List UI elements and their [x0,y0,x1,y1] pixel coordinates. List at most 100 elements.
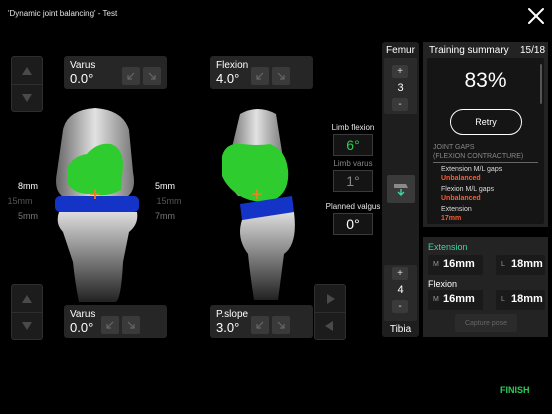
rotate-down-button[interactable] [12,84,42,111]
retry-button[interactable]: Retry [450,109,522,135]
capture-pose-button[interactable]: Capture pose [455,314,517,332]
diagonal-arrow-icon [256,72,264,80]
extension-title: Extension [428,242,468,252]
limb-varus-label: Limb varus [333,159,373,168]
femur-varus-decrease-button[interactable] [122,67,140,85]
extension-lateral-value: 18mm [511,258,543,270]
tibia-slope-label: P.slope [216,309,249,320]
right-gap-bottom: 7mm [155,211,175,221]
gap-values-panel: Extension M 16mm L 18mm Flexion M 16mm L… [423,237,548,337]
flexion-medial-value: 16mm [443,293,475,305]
limb-flexion-value: 6° [333,134,373,156]
training-score-percent: 83% [464,69,507,92]
flexion-contracture-header: (FLEXION CONTRACTURE) [433,153,524,160]
section-divider [433,162,538,163]
close-button[interactable] [526,6,546,26]
diagonal-arrow-icon [277,72,285,80]
shift-right-button[interactable] [315,285,345,312]
medial-key: M [433,261,439,268]
training-summary-title: Training summary [429,45,509,56]
tibia-size-value: 4 [397,284,404,296]
tibia-slope-increase-button[interactable] [272,316,290,334]
left-view-bottom-arrowpad [11,284,43,340]
diagonal-arrow-icon [148,72,156,80]
tibia-slope-control: P.slope 3.0° [210,305,313,338]
extension-medial-gap: M 16mm [428,255,483,275]
lateral-key: L [501,261,505,268]
femur-label: Femur [386,45,415,56]
right-gap-middle: 15mm [156,196,182,206]
arrow-right-icon [327,293,335,304]
tibia-varus-label: Varus [70,309,96,320]
femur-varus-increase-button[interactable] [143,67,161,85]
tibia-rotate-up-button[interactable] [12,285,42,312]
extension-gap-label: Extension [441,206,472,213]
limb-flexion-label: Limb flexion [331,123,375,132]
left-gap-bottom: 5mm [18,211,38,221]
limb-varus-value: 1° [333,170,373,192]
diagonal-arrow-icon [127,321,135,329]
femur-size-value: 3 [397,82,404,94]
tibia-slope-decrease-button[interactable] [251,316,269,334]
training-progress-counter: 15/18 [520,45,546,56]
diagonal-arrow-icon [256,321,264,329]
right-gap-top: 5mm [155,181,175,191]
extension-ml-gaps-status: Unbalanced [441,175,481,182]
flexion-ml-gaps-status: Unbalanced [441,195,481,202]
femur-flexion-label: Flexion [216,60,249,71]
left-view-top-arrowpad [11,56,43,112]
tibia-varus-value: 0.0° [70,320,94,335]
knee-side-view [222,109,295,300]
left-gap-middle: 15mm [7,196,33,206]
joint-gaps-header: JOINT GAPS [433,144,475,151]
shift-left-button[interactable] [315,312,345,339]
tibia-label: Tibia [389,324,412,335]
training-summary-content: 83% Retry JOINT GAPS (FLEXION CONTRACTUR… [427,58,544,224]
tibia-size-decrease-button[interactable]: - [392,300,408,313]
flexion-ml-gaps-label: Flexion M/L gaps [441,186,495,193]
flexion-title: Flexion [428,279,458,289]
extension-gap-status: 17mm [441,215,462,222]
planned-valgus-value: 0° [333,213,373,235]
implant-view-toggle[interactable] [387,175,415,203]
side-view-arrowpad [314,284,346,340]
flexion-medial-gap: M 16mm [428,290,483,310]
femur-size-stepper: + 3 - [384,58,417,114]
tibia-size-increase-button[interactable]: + [392,267,408,280]
femur-flexion-control: Flexion 4.0° [210,56,313,89]
left-gap-top: 8mm [18,181,38,191]
extension-medial-value: 16mm [443,258,475,270]
femur-flexion-value: 4.0° [216,71,240,86]
tibia-rotate-down-button[interactable] [12,312,42,339]
femur-size-decrease-button[interactable]: - [392,98,408,111]
femur-flexion-increase-button[interactable] [272,67,290,85]
planned-valgus-label: Planned valgus [325,202,381,211]
lateral-key: L [501,296,505,303]
extension-ml-gaps-label: Extension M/L gaps [441,166,503,173]
tibia-slope-value: 3.0° [216,320,240,335]
flexion-lateral-value: 18mm [511,293,543,305]
tibia-size-stepper: + 4 - [384,265,417,321]
page-title: 'Dynamic joint balancing' - Test [8,9,118,18]
tibia-varus-control: Varus 0.0° [64,305,167,338]
rotate-up-button[interactable] [12,57,42,84]
diagonal-arrow-icon [127,72,135,80]
implant-size-column: Femur + 3 - + 4 - Tibia [382,42,419,337]
knee-front-view [55,108,139,302]
arrow-left-icon [325,321,333,331]
summary-scrollbar[interactable] [540,64,542,104]
diagonal-arrow-icon [106,321,114,329]
arrow-down-icon [22,322,32,330]
finish-button[interactable]: FINISH [500,385,530,395]
femur-varus-value: 0.0° [70,71,94,86]
tibia-varus-increase-button[interactable] [122,316,140,334]
femur-size-increase-button[interactable]: + [392,65,408,78]
tibia-varus-decrease-button[interactable] [101,316,119,334]
training-summary-panel: Training summary 15/18 83% Retry JOINT G… [423,42,548,227]
close-icon [528,8,544,24]
arrow-up-icon [22,294,32,303]
implant-icon [394,184,408,196]
femur-flexion-decrease-button[interactable] [251,67,269,85]
medial-key: M [433,296,439,303]
arrow-down-icon [22,94,32,102]
